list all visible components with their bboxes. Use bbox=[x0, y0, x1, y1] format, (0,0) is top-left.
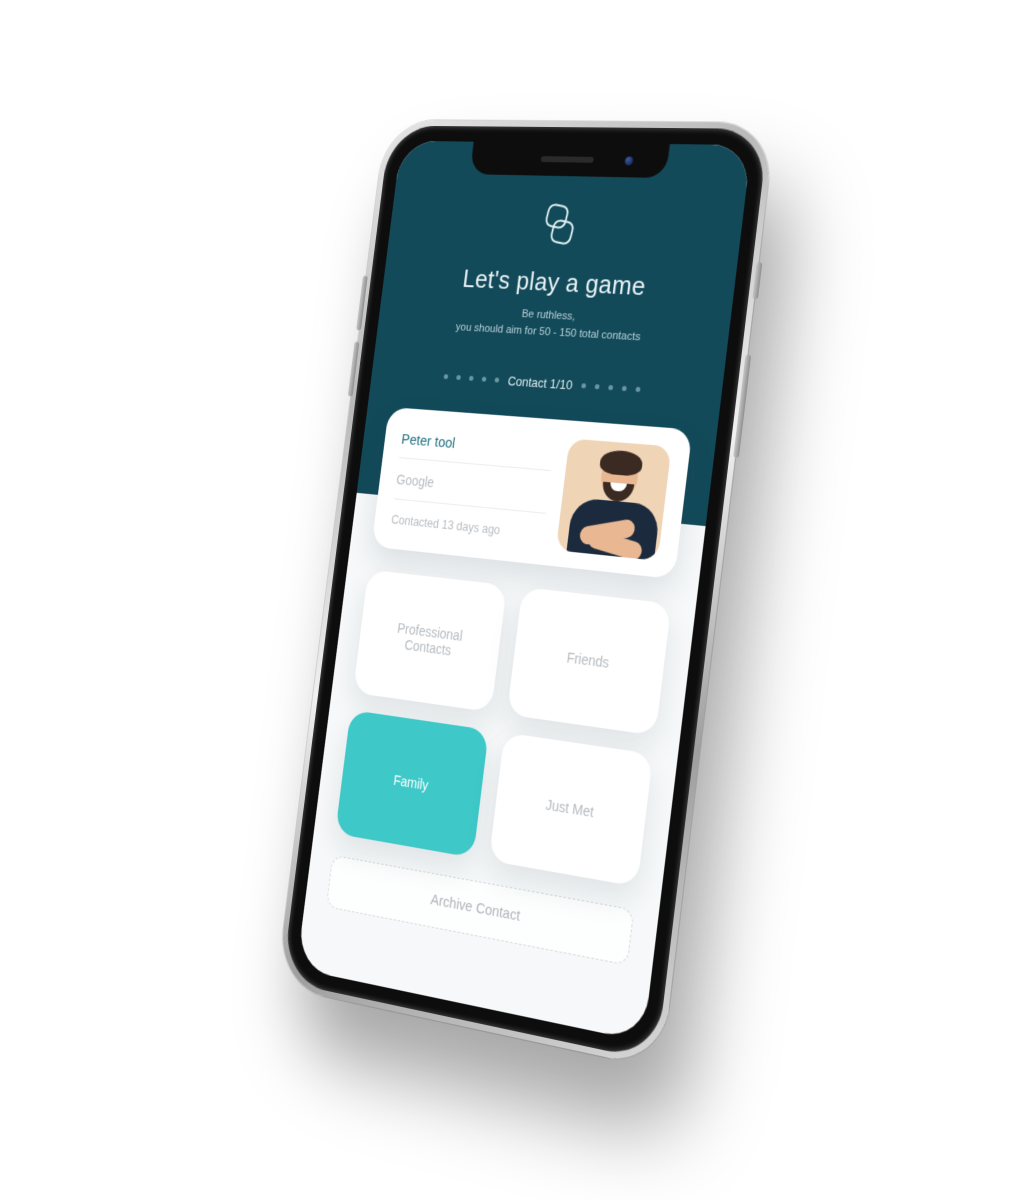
device-notch bbox=[470, 142, 670, 178]
subtitle-line-2: you should aim for 50 - 150 total contac… bbox=[455, 322, 641, 344]
pager-dot bbox=[469, 375, 474, 380]
contact-avatar bbox=[556, 438, 672, 560]
category-just-met[interactable]: Just Met bbox=[489, 732, 653, 886]
subtitle-line-1: Be ruthless, bbox=[521, 308, 576, 323]
app-logo-icon bbox=[536, 201, 583, 252]
archive-contact-button[interactable]: Archive Contact bbox=[326, 854, 634, 965]
contact-card: Peter tool Google Contacted 13 days ago bbox=[371, 406, 692, 578]
category-friends[interactable]: Friends bbox=[507, 587, 672, 736]
category-label: Professional Contacts bbox=[370, 617, 489, 663]
pager-dot bbox=[595, 384, 600, 389]
speaker-grill bbox=[541, 156, 594, 163]
pager-dot bbox=[456, 374, 461, 379]
pager-dot bbox=[635, 386, 640, 391]
page-title: Let's play a game bbox=[399, 261, 717, 305]
front-camera bbox=[624, 156, 633, 165]
pager-dot bbox=[444, 374, 449, 379]
category-label: Family bbox=[393, 771, 430, 792]
pager-dot bbox=[482, 376, 487, 381]
category-family[interactable]: Family bbox=[335, 709, 489, 857]
category-professional-contacts[interactable]: Professional Contacts bbox=[353, 569, 507, 712]
pager-dot bbox=[581, 383, 586, 388]
pager-dot bbox=[495, 377, 500, 382]
pager-label: Contact 1/10 bbox=[507, 373, 573, 392]
pager-dot bbox=[608, 384, 613, 389]
page-subtitle: Be ruthless, you should aim for 50 - 150… bbox=[393, 300, 712, 351]
category-label: Just Met bbox=[545, 796, 595, 820]
pager-dot bbox=[622, 385, 627, 390]
category-grid: Professional Contacts Friends Family Jus… bbox=[335, 569, 671, 886]
contact-pager: Contact 1/10 bbox=[387, 365, 703, 401]
category-label: Friends bbox=[566, 649, 610, 671]
